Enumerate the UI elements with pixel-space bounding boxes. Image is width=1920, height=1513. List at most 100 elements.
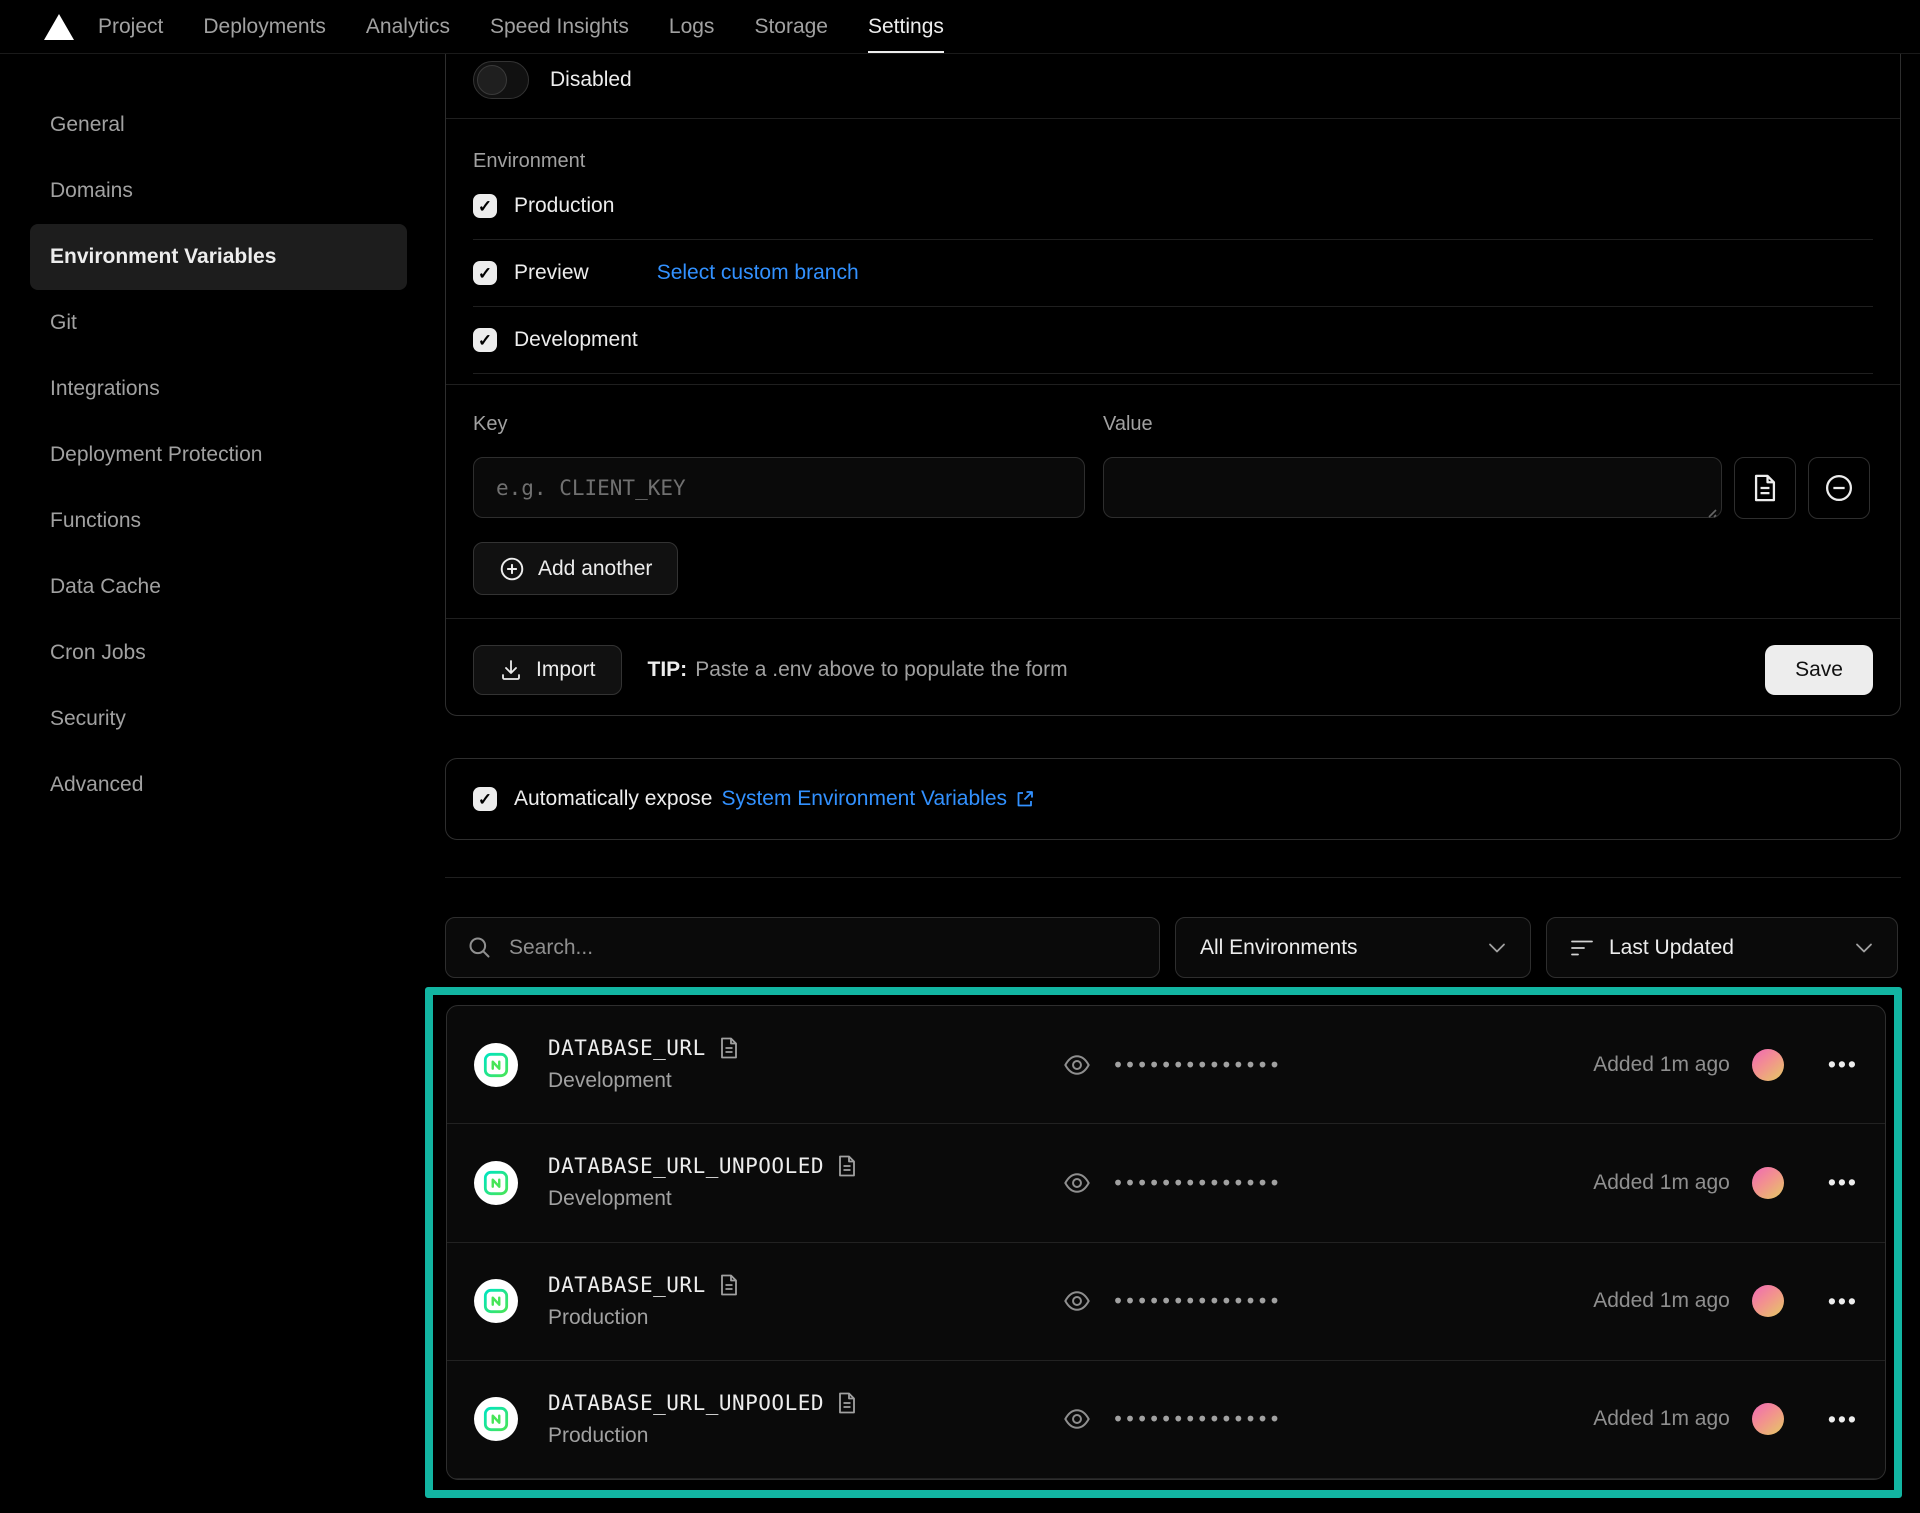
environment-option-row: Production: [473, 173, 1873, 240]
divider: [446, 384, 1900, 385]
key-label: Key: [473, 413, 507, 435]
env-variables-list: DATABASE_URL Development: [446, 1005, 1886, 1480]
search-box: [445, 917, 1160, 978]
env-variable-row[interactable]: DATABASE_URL_UNPOOLED Production: [447, 1361, 1885, 1479]
env-variable-row[interactable]: DATABASE_URL Development: [447, 1006, 1885, 1124]
system-env-variables-link[interactable]: System Environment Variables: [721, 787, 1036, 811]
highlight-annotation-box: DATABASE_URL Development: [425, 987, 1902, 1498]
env-variable-texts: DATABASE_URL_UNPOOLED Development: [548, 1154, 857, 1211]
sort-filter-value: Last Updated: [1609, 936, 1734, 960]
remove-row-button[interactable]: [1808, 457, 1870, 519]
nav-tab[interactable]: Storage: [754, 0, 828, 53]
env-variable-name: DATABASE_URL_UNPOOLED: [548, 1391, 824, 1415]
avatar[interactable]: [1752, 1285, 1784, 1317]
hidden-value-group: ••••••••••••••: [1063, 1288, 1281, 1314]
sidebar-item[interactable]: Advanced: [30, 752, 407, 818]
toggle-state-label: Disabled: [550, 68, 632, 92]
avatar[interactable]: [1752, 1403, 1784, 1435]
note-icon[interactable]: [719, 1274, 739, 1296]
eye-icon[interactable]: [1063, 1406, 1091, 1432]
env-variable-row[interactable]: DATABASE_URL_UNPOOLED Development: [447, 1124, 1885, 1242]
nav-tab[interactable]: Settings: [868, 0, 944, 53]
sidebar-item[interactable]: Deployment Protection: [30, 422, 407, 488]
nav-tab[interactable]: Project: [98, 0, 163, 53]
avatar[interactable]: [1752, 1167, 1784, 1199]
nav-tab[interactable]: Logs: [669, 0, 715, 53]
file-text-icon: [1752, 474, 1778, 502]
sidebar-item[interactable]: Data Cache: [30, 554, 407, 620]
vercel-logo[interactable]: [44, 0, 74, 53]
chevron-down-icon: [1855, 942, 1873, 954]
row-meta: Added 1m ago •••: [1593, 1167, 1858, 1199]
nav-tab[interactable]: Speed Insights: [490, 0, 629, 53]
hidden-value-group: ••••••••••••••: [1063, 1170, 1281, 1196]
select-custom-branch-link[interactable]: Select custom branch: [657, 261, 859, 285]
row-more-menu-button[interactable]: •••: [1828, 1053, 1858, 1076]
env-variable-environment: Development: [548, 1187, 857, 1211]
value-input[interactable]: [1103, 457, 1722, 518]
checkbox-checked-icon[interactable]: [473, 194, 497, 218]
env-variable-form-card: Disabled Environment Production Preview …: [445, 40, 1901, 716]
environment-option-row: Preview Select custom branch: [473, 240, 1873, 307]
plus-circle-icon: [499, 556, 525, 582]
added-timestamp: Added 1m ago: [1593, 1289, 1730, 1313]
environment-section-label: Environment: [473, 149, 1873, 173]
checkbox-checked-icon[interactable]: [473, 328, 497, 352]
row-meta: Added 1m ago •••: [1593, 1049, 1858, 1081]
paste-env-file-button[interactable]: [1734, 457, 1796, 519]
env-variable-row[interactable]: DATABASE_URL Production: [447, 1243, 1885, 1361]
nav-tab[interactable]: Analytics: [366, 0, 450, 53]
hidden-value-group: ••••••••••••••: [1063, 1052, 1281, 1078]
env-variable-name: DATABASE_URL: [548, 1273, 706, 1297]
sidebar-item[interactable]: Security: [30, 686, 407, 752]
environment-option-label: Preview: [514, 261, 589, 285]
sidebar-item[interactable]: Cron Jobs: [30, 620, 407, 686]
environment-option-label: Development: [514, 328, 638, 352]
chevron-down-icon: [1488, 942, 1506, 954]
sidebar-item[interactable]: Domains: [30, 158, 407, 224]
nav-tab[interactable]: Deployments: [203, 0, 326, 53]
import-button[interactable]: Import: [473, 645, 622, 695]
eye-icon[interactable]: [1063, 1052, 1091, 1078]
eye-icon[interactable]: [1063, 1288, 1091, 1314]
neon-integration-icon: [474, 1043, 518, 1087]
add-another-button[interactable]: Add another: [473, 542, 678, 595]
save-button[interactable]: Save: [1765, 645, 1873, 695]
divider: [446, 118, 1900, 119]
resize-handle-icon[interactable]: [1704, 505, 1717, 518]
external-link-icon: [1014, 788, 1036, 810]
hidden-value-dots: ••••••••••••••: [1112, 1053, 1281, 1077]
eye-icon[interactable]: [1063, 1170, 1091, 1196]
toggle-switch[interactable]: [473, 61, 529, 99]
sidebar-item[interactable]: Functions: [30, 488, 407, 554]
row-meta: Added 1m ago •••: [1593, 1403, 1858, 1435]
note-icon[interactable]: [719, 1037, 739, 1059]
env-variable-texts: DATABASE_URL_UNPOOLED Production: [548, 1391, 857, 1448]
row-more-menu-button[interactable]: •••: [1828, 1408, 1858, 1431]
key-input[interactable]: [473, 457, 1085, 518]
row-more-menu-button[interactable]: •••: [1828, 1290, 1858, 1313]
note-icon[interactable]: [837, 1392, 857, 1414]
sidebar-item[interactable]: General: [30, 92, 407, 158]
env-variable-texts: DATABASE_URL Development: [548, 1036, 739, 1093]
search-icon: [466, 934, 493, 961]
row-more-menu-button[interactable]: •••: [1828, 1171, 1858, 1194]
checkbox-checked-icon[interactable]: [473, 787, 497, 811]
sort-filter-dropdown[interactable]: Last Updated: [1546, 917, 1898, 978]
sidebar-item[interactable]: Git: [30, 290, 407, 356]
environment-filter-dropdown[interactable]: All Environments: [1175, 917, 1531, 978]
auto-expose-card: Automatically expose System Environment …: [445, 758, 1901, 840]
note-icon[interactable]: [837, 1155, 857, 1177]
avatar[interactable]: [1752, 1049, 1784, 1081]
environment-section: Environment Production Preview Select cu…: [446, 149, 1900, 384]
sidebar-item[interactable]: Integrations: [30, 356, 407, 422]
environment-filter-value: All Environments: [1200, 936, 1358, 960]
hidden-value-dots: ••••••••••••••: [1112, 1407, 1281, 1431]
toggle-knob: [477, 65, 507, 95]
checkbox-checked-icon[interactable]: [473, 261, 497, 285]
download-icon: [499, 658, 523, 682]
sidebar-item[interactable]: Environment Variables: [30, 224, 407, 290]
search-input[interactable]: [509, 936, 1109, 960]
vercel-triangle-icon: [44, 14, 74, 40]
env-variable-name: DATABASE_URL: [548, 1036, 706, 1060]
